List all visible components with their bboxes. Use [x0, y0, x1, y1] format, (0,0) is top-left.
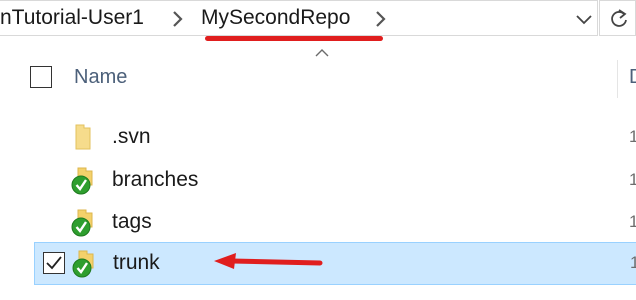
item-date: 1 [630, 253, 636, 272]
breadcrumb-separator-icon[interactable] [374, 10, 386, 28]
column-header-name[interactable]: Name [74, 66, 127, 89]
breadcrumb-current[interactable]: MySecondRepo [201, 6, 350, 30]
item-date: 1 [629, 212, 636, 231]
refresh-icon [611, 9, 627, 27]
breadcrumb-separator-icon[interactable] [171, 10, 183, 28]
folder-icon [75, 124, 91, 150]
svn-normal-folder-icon [71, 167, 93, 195]
list-item-selected[interactable]: trunk 1 [34, 242, 636, 285]
annotation-underline [205, 36, 383, 41]
item-name[interactable]: branches [112, 168, 198, 192]
checkmark-icon [46, 256, 62, 270]
annotation-arrow-icon [214, 253, 323, 269]
refresh-button[interactable] [599, 0, 636, 36]
column-header-date[interactable]: D [629, 66, 636, 89]
item-checkbox[interactable] [43, 252, 65, 274]
item-name[interactable]: .svn [112, 125, 151, 149]
list-item[interactable]: .svn 1 [34, 117, 636, 159]
item-name[interactable]: tags [112, 210, 152, 234]
item-date: 1 [629, 170, 636, 189]
item-date: 1 [629, 127, 636, 146]
list-item[interactable]: tags 1 [34, 202, 636, 244]
breadcrumb-parent[interactable]: nTutorial-User1 [0, 6, 144, 30]
address-history-dropdown-icon[interactable] [575, 12, 593, 26]
select-all-checkbox[interactable] [30, 66, 52, 88]
list-item[interactable]: branches 1 [34, 160, 636, 202]
address-bar[interactable]: nTutorial-User1 MySecondRepo [0, 0, 598, 36]
svn-normal-folder-icon [72, 250, 94, 278]
column-divider[interactable] [617, 60, 618, 98]
item-name[interactable]: trunk [113, 251, 160, 275]
sort-ascending-icon [315, 49, 329, 57]
svn-normal-folder-icon [71, 209, 93, 237]
